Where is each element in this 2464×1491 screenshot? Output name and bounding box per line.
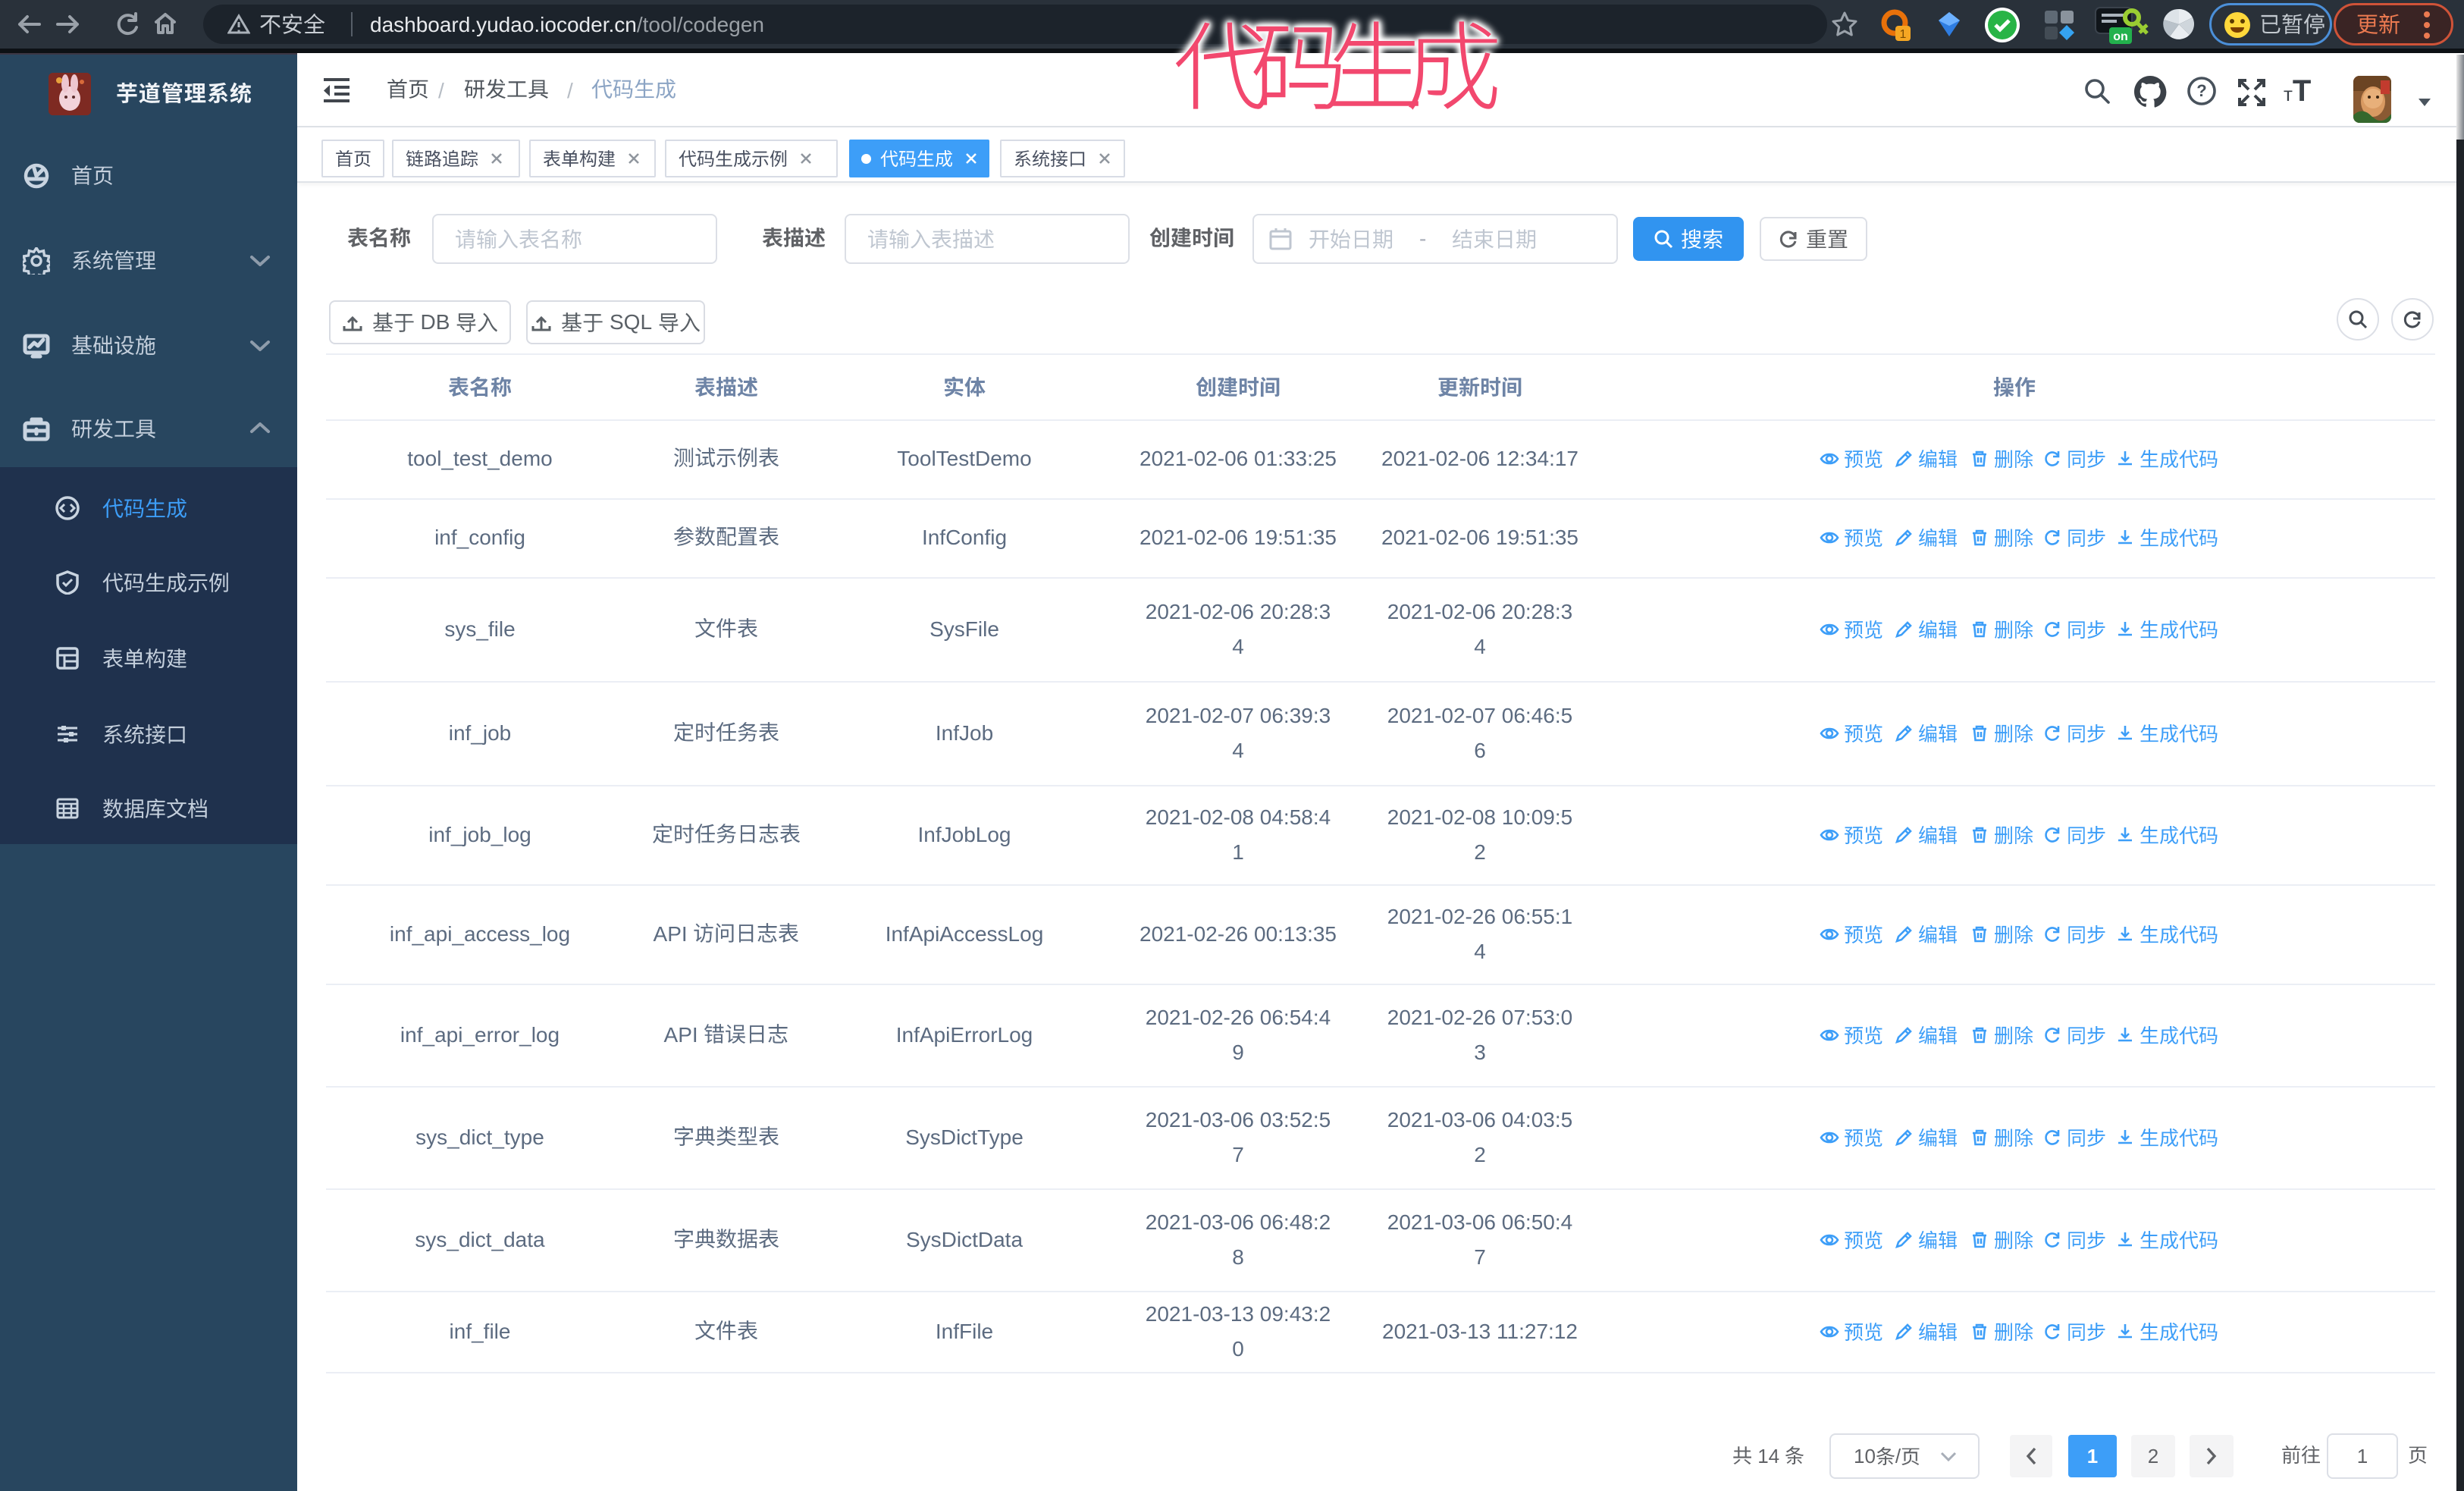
svg-text:?: ? [2196, 81, 2206, 100]
svg-text:1: 1 [1900, 28, 1907, 41]
